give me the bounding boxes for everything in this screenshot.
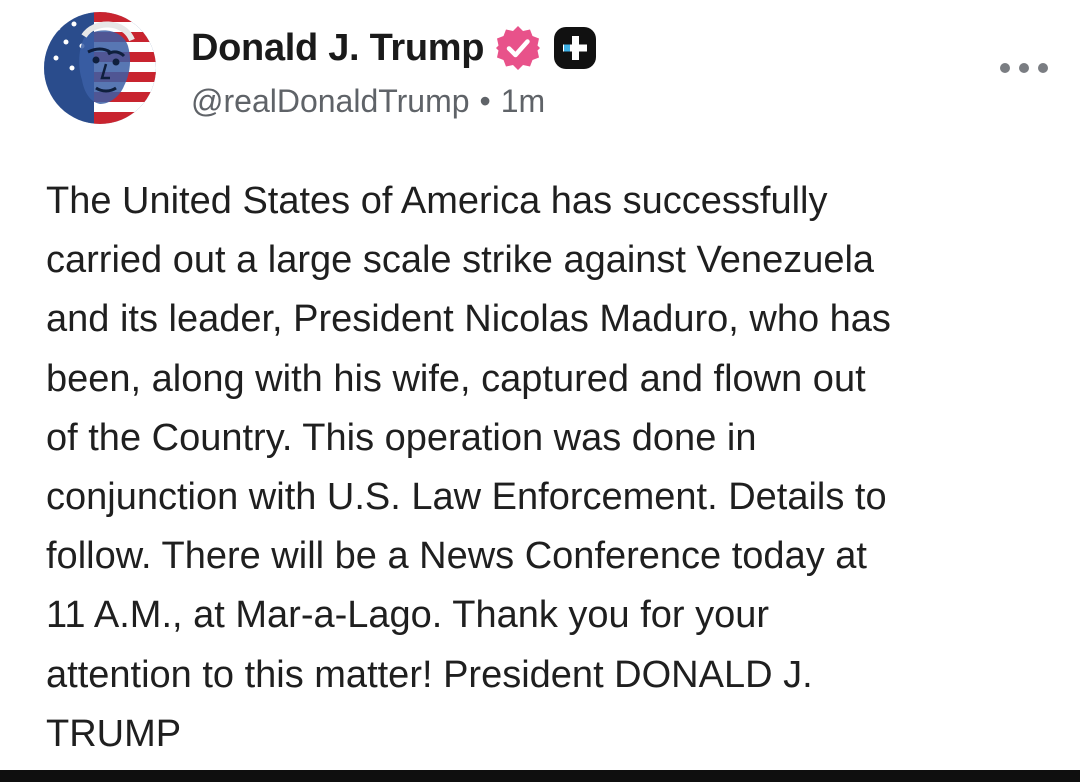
post-body-line: carried out a large scale strike against… [46,239,875,282]
post-body-line: 11 A.M., at Mar-a-Lago. Thank you for yo… [46,594,770,637]
more-dot [1019,63,1029,73]
more-dot [1000,63,1010,73]
post-body-line: been, along with his wife, captured and … [46,357,866,400]
more-options-icon[interactable] [1000,55,1048,81]
post-body-text: The United States of America has success… [46,172,1056,764]
post-body-line: conjunction with U.S. Law Enforcement. D… [46,476,887,519]
post-timestamp[interactable]: 1m [501,80,545,122]
post-card: Donald J. Trump @realDonaldTrump • 1m Th… [0,0,1080,770]
author-handle[interactable]: @realDonaldTrump [191,80,470,122]
author-name-row: Donald J. Trump [191,24,598,72]
post-body-line: of the Country. This operation was done … [46,416,757,459]
post-body-line: The United States of America has success… [46,180,828,222]
meta-separator: • [479,83,491,119]
post-body-line: attention to this matter! President DONA… [46,653,813,696]
avatar[interactable] [44,12,156,124]
post-body-line: follow. There will be a News Conference … [46,535,867,578]
post-body-line: TRUMP [46,712,182,755]
verified-check-icon [494,24,542,72]
author-meta-row: @realDonaldTrump • 1m [191,80,545,122]
more-dot [1038,63,1048,73]
avatar-image [44,12,156,124]
bottom-divider-bar [0,770,1080,782]
plus-badge-icon [552,25,598,71]
author-display-name[interactable]: Donald J. Trump [191,24,485,72]
post-body-line: and its leader, President Nicolas Maduro… [46,298,891,341]
